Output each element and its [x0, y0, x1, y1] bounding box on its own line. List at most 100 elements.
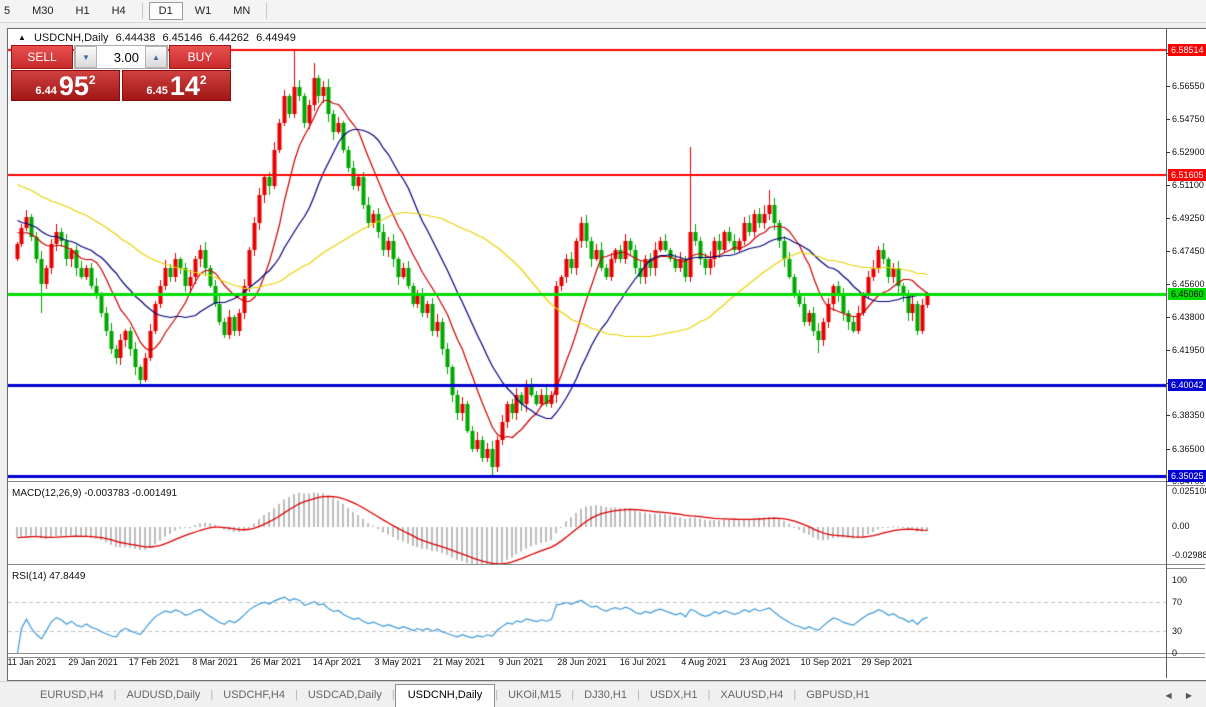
tab-dj30-h1[interactable]: DJ30,H1	[574, 685, 637, 706]
price-tick-mark	[1166, 284, 1170, 285]
buy-price-sup: 2	[200, 73, 207, 87]
price-line-label: 6.40042	[1168, 379, 1206, 391]
price-tick-mark	[1166, 415, 1170, 416]
volume-decrease-button[interactable]: ▼	[75, 46, 97, 68]
price-line-label: 6.51605	[1168, 169, 1206, 181]
date-axis-label: 4 Aug 2021	[681, 657, 727, 667]
price-tick-label: 6.52900	[1172, 147, 1205, 157]
chevron-down-icon: ▼	[82, 53, 90, 62]
tab-usdcad-daily[interactable]: USDCAD,Daily	[298, 685, 392, 706]
toolbar-timeframe-h1[interactable]: H1	[66, 2, 100, 20]
tab-audusd-daily[interactable]: AUDUSD,Daily	[116, 685, 210, 706]
toolbar-timeframe-h4[interactable]: H4	[102, 2, 136, 20]
price-tick-mark	[1166, 86, 1170, 87]
rsi-axis-label: 30	[1172, 626, 1182, 636]
toolbar-timeframe-5[interactable]: 5	[0, 2, 20, 20]
sell-button[interactable]: SELL	[11, 45, 73, 69]
macd-axis-label: 0.025108	[1172, 486, 1206, 496]
volume-increase-button[interactable]: ▲	[145, 46, 167, 68]
macd-axis-label: 0.00	[1172, 521, 1190, 531]
date-axis-label: 11 Jan 2021	[8, 657, 57, 667]
chart-symbol-label: USDCNH,Daily	[34, 32, 109, 44]
chevron-up-icon: ▲	[152, 53, 160, 62]
price-tick-label: 6.49250	[1172, 213, 1205, 223]
ohlc-low: 6.44262	[209, 32, 249, 44]
price-line-label: 6.58514	[1168, 44, 1206, 56]
chart-window: ▲ USDCNH,Daily 6.44438 6.45146 6.44262 6…	[7, 28, 1206, 681]
ohlc-high: 6.45146	[162, 32, 202, 44]
date-axis-label: 17 Feb 2021	[129, 657, 180, 667]
tab-usdchf-h4[interactable]: USDCHF,H4	[213, 685, 295, 706]
price-tick-mark	[1166, 185, 1170, 186]
price-tick-label: 6.56550	[1172, 81, 1205, 91]
date-axis-label: 21 May 2021	[433, 657, 485, 667]
tab-eurusd-h4[interactable]: EURUSD,H4	[30, 685, 114, 706]
price-tick-mark	[1166, 119, 1170, 120]
toolbar-timeframe-w1[interactable]: W1	[185, 2, 222, 20]
chart-tab-bar: EURUSD,H4|AUDUSD,Daily|USDCHF,H4|USDCAD,…	[0, 681, 1206, 706]
rsi-axis-label: 100	[1172, 575, 1187, 585]
price-tick-label: 6.51100	[1172, 180, 1204, 190]
macd-axis-label: -0.02988	[1172, 550, 1206, 560]
rsi-indicator-label: RSI(14) 47.8449	[12, 571, 85, 582]
price-tick-mark	[1166, 449, 1170, 450]
date-axis-label: 23 Aug 2021	[740, 657, 791, 667]
price-tick-mark	[1166, 350, 1170, 351]
buy-price-small: 6.45	[146, 84, 167, 99]
date-axis-label: 28 Jun 2021	[557, 657, 607, 667]
volume-input[interactable]	[97, 46, 145, 68]
toolbar-separator	[142, 3, 143, 19]
date-axis-label: 14 Apr 2021	[313, 657, 362, 667]
sell-quote-button[interactable]: 6.44 95 2	[11, 70, 120, 101]
price-tick-label: 6.41950	[1172, 345, 1205, 355]
price-tick-label: 6.38350	[1172, 410, 1205, 420]
date-axis-label: 8 Mar 2021	[192, 657, 238, 667]
price-tick-mark	[1166, 251, 1170, 252]
sell-price-sup: 2	[89, 73, 96, 87]
date-axis-label: 29 Sep 2021	[861, 657, 912, 667]
macd-indicator-canvas[interactable]	[8, 484, 1166, 564]
date-axis-label: 3 May 2021	[374, 657, 421, 667]
price-tick-mark	[1166, 152, 1170, 153]
toolbar-timeframe-mn[interactable]: MN	[223, 2, 260, 20]
rsi-axis-label: 0	[1172, 648, 1177, 658]
tab-xauusd-h4[interactable]: XAUUSD,H4	[710, 685, 793, 706]
chart-title: ▲ USDCNH,Daily 6.44438 6.45146 6.44262 6…	[18, 32, 300, 44]
price-line-label: 6.45060	[1168, 288, 1206, 300]
tab-usdcnh-daily[interactable]: USDCNH,Daily	[395, 684, 496, 707]
date-axis-label: 29 Jan 2021	[68, 657, 118, 667]
ohlc-close: 6.44949	[256, 32, 296, 44]
sell-price-small: 6.44	[35, 84, 56, 99]
tab-usdx-h1[interactable]: USDX,H1	[640, 685, 708, 706]
price-tick-label: 6.54750	[1172, 114, 1205, 124]
date-axis-label: 9 Jun 2021	[499, 657, 544, 667]
buy-quote-button[interactable]: 6.45 14 2	[122, 70, 231, 101]
ohlc-open: 6.44438	[116, 32, 156, 44]
tabs-scroll-left-icon[interactable]: ◀	[1165, 691, 1177, 700]
toolbar-separator	[266, 3, 267, 19]
tabs-scroll-right-icon[interactable]: ▶	[1186, 691, 1198, 700]
price-tick-label: 6.36500	[1172, 444, 1205, 454]
timeframe-toolbar: 5M30H1H4 D1W1MN	[0, 0, 1206, 23]
rsi-indicator-canvas[interactable]	[8, 567, 1166, 653]
date-axis-label: 10 Sep 2021	[800, 657, 851, 667]
toolbar-timeframe-m30[interactable]: M30	[22, 2, 63, 20]
price-axis-divider	[1166, 29, 1167, 678]
price-tick-label: 6.43800	[1172, 312, 1205, 322]
one-click-panel-toggle-icon[interactable]: ▲	[18, 33, 26, 42]
tab-gbpusd-h1[interactable]: GBPUSD,H1	[796, 685, 880, 706]
price-tick-label: 6.47450	[1172, 246, 1205, 256]
buy-price-big: 14	[170, 74, 200, 99]
macd-indicator-label: MACD(12,26,9) -0.003783 -0.001491	[12, 488, 177, 499]
date-axis-label: 16 Jul 2021	[620, 657, 667, 667]
price-tick-mark	[1166, 218, 1170, 219]
date-axis-label: 26 Mar 2021	[251, 657, 302, 667]
buy-button[interactable]: BUY	[169, 45, 231, 69]
tab-ukoil-m15[interactable]: UKOil,M15	[498, 685, 571, 706]
price-tick-mark	[1166, 317, 1170, 318]
sell-price-big: 95	[59, 74, 89, 99]
price-line-label: 6.35025	[1168, 470, 1206, 482]
one-click-trade-panel: SELL ▼ ▲ BUY 6.44 95 2 6.45 14 2	[11, 45, 231, 101]
rsi-axis-label: 70	[1172, 597, 1182, 607]
toolbar-timeframe-d1[interactable]: D1	[149, 2, 183, 20]
